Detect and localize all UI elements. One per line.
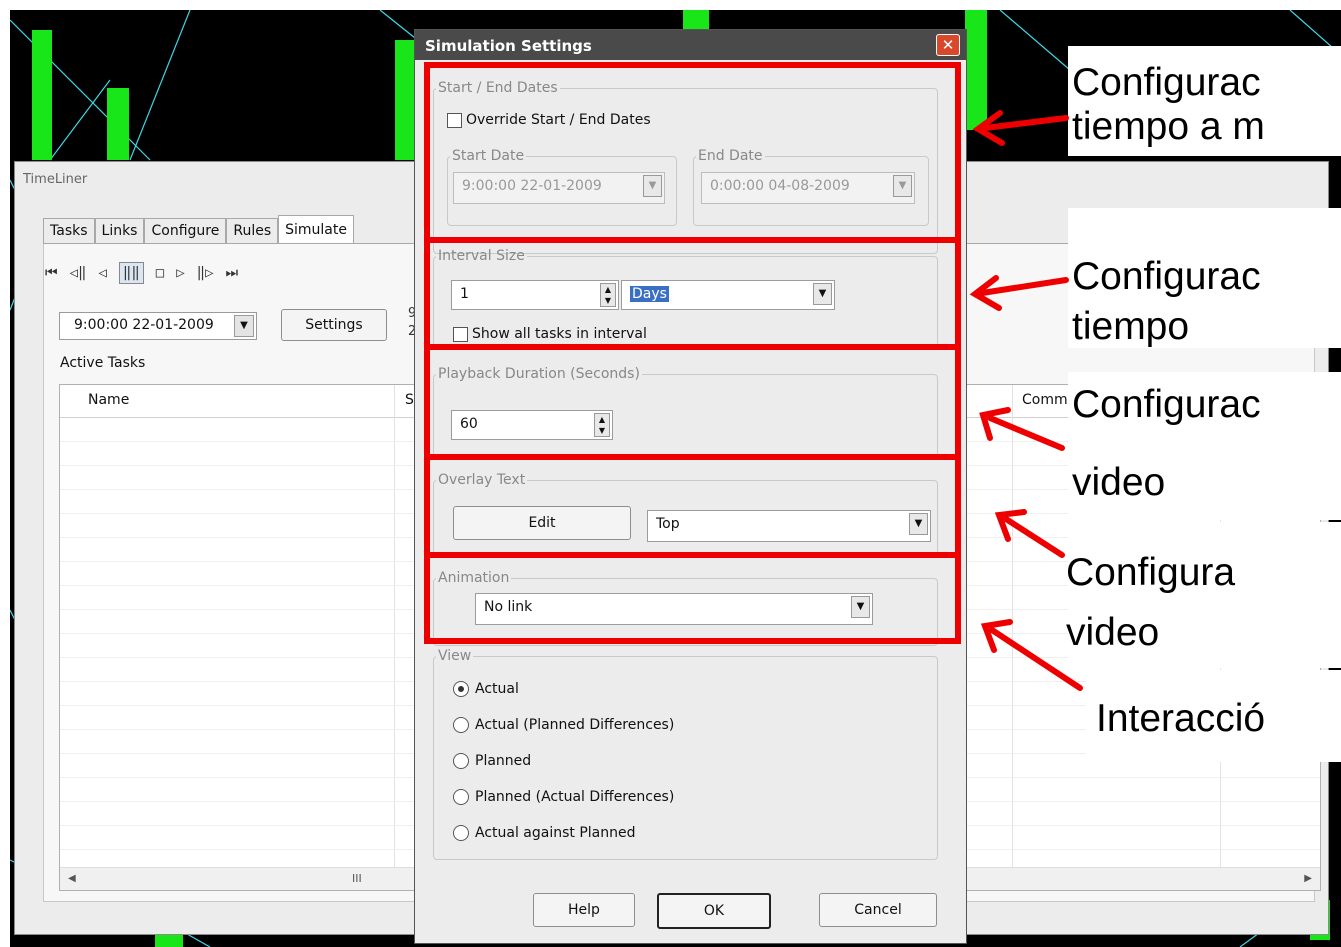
slide: TimeLiner Tasks Links Configure Rules Si… xyxy=(0,0,1341,947)
annotation-arrows xyxy=(969,110,1083,691)
